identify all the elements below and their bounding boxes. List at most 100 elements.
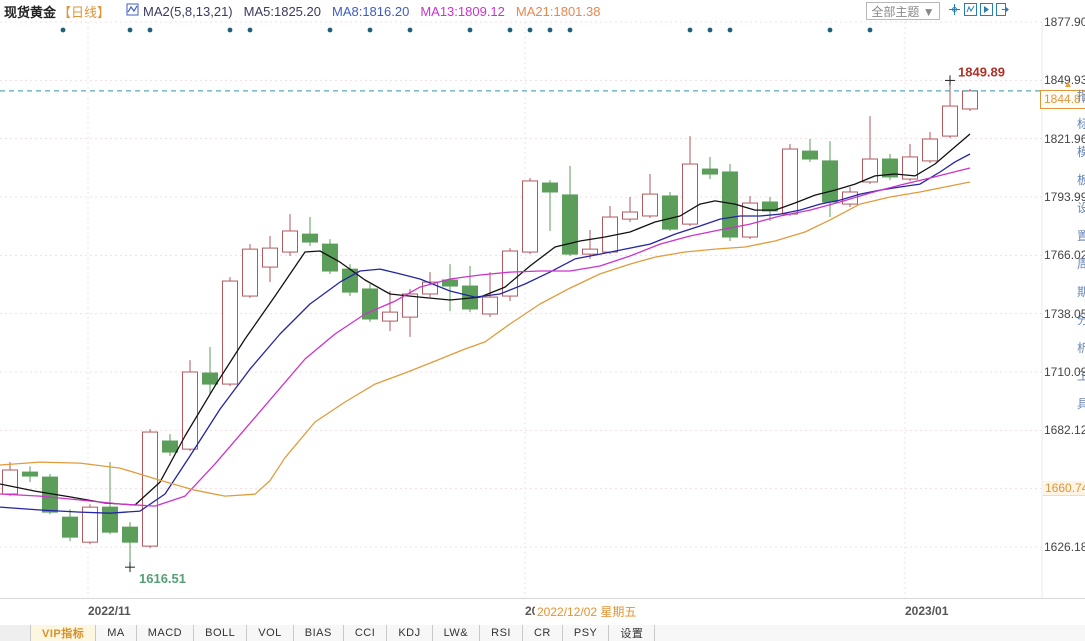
candle-body — [623, 212, 638, 219]
expand-panel-icon[interactable] — [995, 2, 1010, 17]
event-dot[interactable] — [248, 28, 253, 33]
tab-RSI[interactable]: RSI — [480, 625, 523, 641]
candle-body — [963, 91, 978, 109]
event-dot[interactable] — [468, 28, 473, 33]
price-axis-label: 1682.12 — [1044, 423, 1085, 437]
crosshair-move-icon[interactable] — [947, 2, 962, 17]
candlestick-chart[interactable]: 1849.89 1616.51 — [0, 0, 1085, 598]
candle-body — [683, 164, 698, 224]
candle-body — [543, 183, 558, 192]
candle-body — [483, 297, 498, 314]
candle-body — [103, 507, 118, 532]
candle-body — [383, 312, 398, 321]
period-label: 【日线】 — [58, 2, 110, 21]
candle-body — [283, 231, 298, 252]
candle-body — [123, 527, 138, 542]
edge-strip-glyph: 工 — [1077, 362, 1085, 390]
mini-chart-icon — [126, 3, 139, 19]
edge-strip-glyph: 置 — [1077, 222, 1085, 250]
event-dot[interactable] — [228, 28, 233, 33]
candle-body — [803, 151, 818, 159]
ma-value-label: MA13:1809.12 — [420, 4, 505, 19]
tab-bar-spacer — [0, 625, 31, 641]
candle-body — [403, 294, 418, 317]
event-dot[interactable] — [328, 28, 333, 33]
tab-CCI[interactable]: CCI — [344, 625, 387, 641]
crosshair-date-label: 2022/12/02 星期五 — [535, 603, 638, 620]
edge-strip-glyph: 板 — [1077, 166, 1085, 194]
next-panel-icon[interactable] — [979, 2, 994, 17]
edge-strip-glyph: 标 — [1077, 110, 1085, 138]
high-price-annotation: 1849.89 — [958, 64, 1005, 79]
candle-body — [303, 234, 318, 242]
candle-body — [703, 169, 718, 174]
tab-PSY[interactable]: PSY — [563, 625, 610, 641]
low-price-annotation: 1616.51 — [139, 571, 186, 586]
event-dot[interactable] — [688, 28, 693, 33]
candle-body — [3, 470, 18, 494]
price-axis-label: 1626.18 — [1044, 540, 1085, 554]
edge-strip-glyph: 设 — [1077, 194, 1085, 222]
indicator-tab-bar: VIP指标MAMACDBOLLVOLBIASCCIKDJLW&RSICRPSY设… — [0, 625, 1085, 641]
candle-body — [503, 251, 518, 296]
candle-body — [643, 194, 658, 216]
tab-BOLL[interactable]: BOLL — [194, 625, 247, 641]
chart-panel-icon[interactable] — [963, 2, 978, 17]
edge-strip-glyph: 期 — [1077, 278, 1085, 306]
candle-body — [263, 248, 278, 267]
tab-MACD[interactable]: MACD — [137, 625, 194, 641]
candle-body — [923, 139, 938, 161]
candle-body — [163, 441, 178, 452]
trading-app-window: 1849.891616.51 现货黄金 【日线】 MA2(5,8,13,21) … — [0, 0, 1085, 641]
candle-body — [203, 373, 218, 384]
candle-body — [143, 432, 158, 546]
candle-body — [223, 281, 238, 384]
candle-body — [823, 161, 838, 202]
candle-body — [663, 196, 678, 229]
time-axis-label: 2022/11 — [88, 604, 131, 618]
event-dot[interactable] — [828, 28, 833, 33]
right-edge-clipped-panel[interactable]: 指标模板设置周期分析工具 — [1077, 82, 1085, 418]
event-dot[interactable] — [868, 28, 873, 33]
event-dot[interactable] — [508, 28, 513, 33]
symbol-name: 现货黄金 — [4, 2, 56, 21]
candle-body — [63, 517, 78, 537]
event-dot[interactable] — [408, 28, 413, 33]
candle-body — [583, 249, 598, 254]
edge-strip-glyph: 具 — [1077, 390, 1085, 418]
event-dot[interactable] — [61, 28, 66, 33]
tab-KDJ[interactable]: KDJ — [387, 625, 432, 641]
ma-settings-label[interactable]: MA2(5,8,13,21) — [143, 4, 233, 19]
tab-BIAS[interactable]: BIAS — [294, 625, 344, 641]
event-dot[interactable] — [148, 28, 153, 33]
event-dot[interactable] — [128, 28, 133, 33]
ma-value-label: MA5:1825.20 — [244, 4, 321, 19]
special-price-label: 1660.74 — [1043, 481, 1085, 496]
event-dot[interactable] — [568, 28, 573, 33]
edge-strip-glyph: 析 — [1077, 334, 1085, 362]
price-axis-label: 1877.90 — [1044, 15, 1085, 29]
theme-dropdown[interactable]: 全部主题 ▼ — [866, 2, 940, 20]
tab-LW&[interactable]: LW& — [433, 625, 481, 641]
event-dot[interactable] — [368, 28, 373, 33]
candle-body — [243, 249, 258, 296]
tab-VIP指标[interactable]: VIP指标 — [31, 625, 96, 641]
event-dot[interactable] — [728, 28, 733, 33]
event-dot[interactable] — [708, 28, 713, 33]
edge-strip-glyph: 指 — [1077, 82, 1085, 110]
tab-MA[interactable]: MA — [96, 625, 137, 641]
ma-values: MA5:1825.20 MA8:1816.20 MA13:1809.12 MA21:1… — [233, 4, 601, 19]
price-up-arrow-icon: ▲ — [1063, 79, 1073, 90]
event-dot[interactable] — [548, 28, 553, 33]
candle-body — [943, 106, 958, 136]
tab-VOL[interactable]: VOL — [247, 625, 294, 641]
event-dot[interactable] — [528, 28, 533, 33]
time-axis-label: 2023/01 — [905, 604, 948, 618]
candle-body — [23, 472, 38, 476]
tab-CR[interactable]: CR — [523, 625, 563, 641]
candle-body — [323, 244, 338, 271]
ma-value-label: MA21:1801.38 — [516, 4, 601, 19]
ma-value-label: MA8:1816.20 — [332, 4, 409, 19]
edge-strip-glyph: 周 — [1077, 250, 1085, 278]
tab-设置[interactable]: 设置 — [609, 625, 655, 641]
